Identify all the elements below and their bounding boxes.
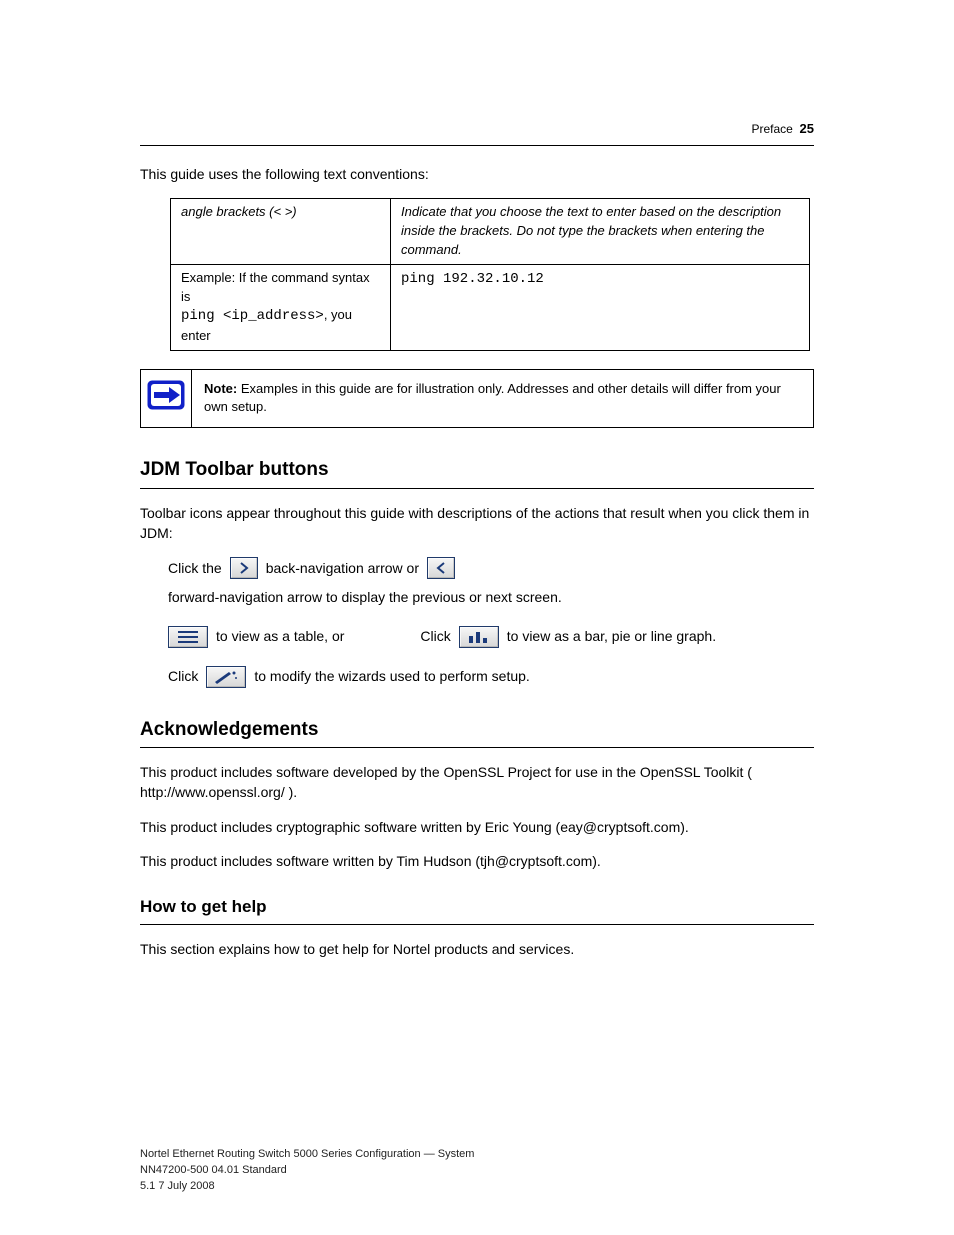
toolbar-section-title: JDM Toolbar buttons bbox=[140, 456, 814, 484]
ack-paragraph-3: This product includes software written b… bbox=[140, 851, 814, 871]
row-text: forward-navigation arrow to display the … bbox=[168, 587, 562, 607]
row-text: to view as a table, or bbox=[216, 626, 344, 646]
intro-paragraph: This guide uses the following text conve… bbox=[140, 164, 814, 184]
row-text: Click the bbox=[168, 558, 222, 578]
find-section-title: How to get help bbox=[140, 895, 814, 920]
cell-example-right: ping 192.32.10.12 bbox=[391, 264, 810, 350]
conventions-table: angle brackets (< >) Indicate that you c… bbox=[170, 198, 810, 350]
note-text: Examples in this guide are for illustrat… bbox=[204, 381, 781, 415]
cell-description: Indicate that you choose the text to ent… bbox=[391, 199, 810, 265]
header-rule bbox=[140, 145, 814, 146]
page-header: Preface 25 bbox=[140, 120, 814, 139]
example-pre: Example: If the command syntax is bbox=[181, 270, 370, 304]
chevron-right-icon bbox=[237, 562, 251, 574]
row-text: back-navigation arrow or bbox=[266, 558, 419, 578]
row-text: to view as a bar, pie or line graph. bbox=[507, 626, 716, 646]
wizard-icon bbox=[213, 670, 239, 684]
ack-paragraph-1: This product includes software developed… bbox=[140, 762, 814, 803]
find-rule bbox=[140, 924, 814, 925]
back-nav-button[interactable] bbox=[427, 557, 455, 579]
page-number: 25 bbox=[800, 121, 814, 136]
toolbar-rule bbox=[140, 488, 814, 489]
toolbar-row-view: to view as a table, or Click to view as … bbox=[168, 626, 814, 648]
table-row: angle brackets (< >) Indicate that you c… bbox=[171, 199, 810, 265]
row-text: to modify the wizards used to perform se… bbox=[254, 666, 529, 686]
note-box: Note: Examples in this guide are for ill… bbox=[140, 369, 814, 429]
forward-nav-button[interactable] bbox=[230, 557, 258, 579]
arrow-right-icon bbox=[147, 398, 185, 413]
ack-paragraph-2: This product includes cryptographic soft… bbox=[140, 817, 814, 837]
note-icon-cell bbox=[141, 369, 192, 428]
find-paragraph: This section explains how to get help fo… bbox=[140, 939, 814, 959]
example-cmd: ping <ip_address> bbox=[181, 308, 324, 324]
cell-example-left: Example: If the command syntax is ping <… bbox=[171, 264, 391, 350]
toolbar-row-nav: Click the back-navigation arrow or forwa… bbox=[168, 557, 814, 607]
note-label: Note: bbox=[204, 381, 237, 396]
header-prefix: Preface bbox=[752, 122, 793, 136]
wizard-button[interactable] bbox=[206, 666, 246, 688]
table-view-button[interactable] bbox=[168, 626, 208, 648]
note-text-cell: Note: Examples in this guide are for ill… bbox=[192, 369, 814, 428]
cell-convention: angle brackets (< >) bbox=[171, 199, 391, 265]
page-footer: Nortel Ethernet Routing Switch 5000 Seri… bbox=[140, 1147, 814, 1195]
row-text: Click bbox=[168, 666, 198, 686]
toolbar-row-wizard: Click to modify the wizards used to perf… bbox=[168, 666, 814, 688]
table-icon bbox=[176, 630, 200, 644]
example-cmd2: ping 192.32.10.12 bbox=[401, 271, 544, 287]
ack-section-title: Acknowledgements bbox=[140, 716, 814, 744]
graph-view-button[interactable] bbox=[459, 626, 499, 648]
table-row: Example: If the command syntax is ping <… bbox=[171, 264, 810, 350]
bar-chart-icon bbox=[467, 630, 491, 644]
ack-rule bbox=[140, 747, 814, 748]
chevron-left-icon bbox=[434, 562, 448, 574]
toolbar-intro: Toolbar icons appear throughout this gui… bbox=[140, 503, 814, 544]
row-text: Click bbox=[420, 626, 450, 646]
